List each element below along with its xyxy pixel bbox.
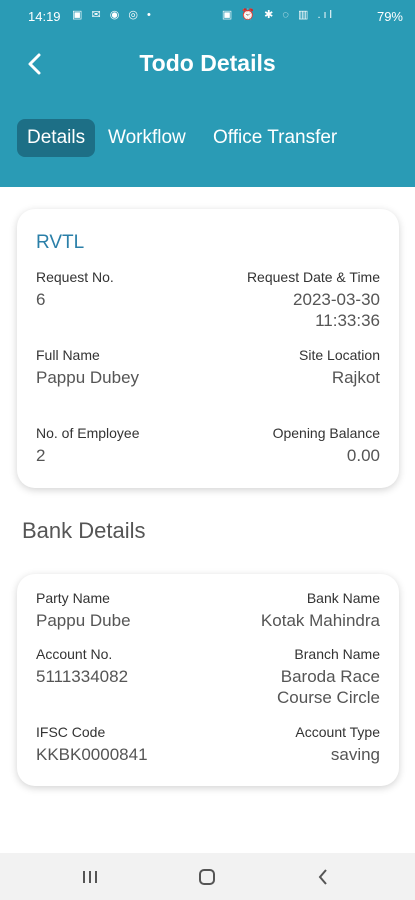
page-title: Todo Details bbox=[139, 50, 276, 76]
opening-balance-field: Opening Balance 0.00 bbox=[273, 425, 380, 466]
full-name-value: Pappu Dubey bbox=[36, 368, 140, 387]
battery-level: 79% bbox=[376, 9, 403, 24]
tab-office-transfer[interactable]: Office Transfer bbox=[203, 119, 347, 157]
ifsc-label: IFSC Code bbox=[36, 724, 106, 740]
status-time: 14:19 bbox=[28, 9, 61, 24]
request-no-label: Request No. bbox=[36, 269, 114, 285]
employee-count-label: No. of Employee bbox=[36, 425, 140, 441]
recents-icon bbox=[83, 871, 97, 883]
system-nav-bar bbox=[0, 853, 415, 900]
home-icon bbox=[199, 869, 215, 885]
branch-name-label: Branch Name bbox=[294, 646, 380, 662]
site-location-label: Site Location bbox=[299, 347, 380, 363]
site-location-value: Rajkot bbox=[331, 368, 380, 387]
ifsc-field: IFSC Code KKBK0000841 bbox=[36, 724, 148, 765]
back-icon bbox=[318, 869, 327, 885]
account-no-label: Account No. bbox=[36, 646, 113, 662]
account-type-label: Account Type bbox=[295, 724, 380, 740]
site-location-field: Site Location Rajkot bbox=[299, 347, 380, 388]
account-type-field: Account Type saving bbox=[295, 724, 380, 765]
branch-name-line2: Course Circle bbox=[277, 688, 380, 707]
bank-name-label: Bank Name bbox=[306, 590, 380, 606]
account-type-value: saving bbox=[330, 745, 380, 764]
account-no-value: 5111334082 bbox=[36, 667, 129, 686]
full-name-label: Full Name bbox=[36, 347, 100, 363]
request-details-card: RVTL Request No. 6 Request Date & Time 2… bbox=[17, 209, 399, 488]
notification-icons: ▣ ✉ ◉ ◎ • bbox=[72, 9, 154, 21]
full-name-field: Full Name Pappu Dubey bbox=[36, 347, 139, 388]
status-bar: 14:19 ▣ ✉ ◉ ◎ • ▣ ⏰ ✱ ◌ ▥ .ıl 79% bbox=[0, 0, 415, 32]
bank-details-heading: Bank Details bbox=[22, 518, 146, 543]
opening-balance-value: 0.00 bbox=[346, 446, 380, 465]
tab-workflow[interactable]: Workflow bbox=[98, 119, 196, 157]
party-name-value: Pappu Dube bbox=[36, 611, 131, 630]
branch-name-field: Branch Name Baroda Race Course Circle bbox=[277, 646, 380, 708]
request-date-label: Request Date & Time bbox=[246, 269, 380, 285]
request-time-value: 11:33:36 bbox=[315, 311, 380, 330]
app-header: 14:19 ▣ ✉ ◉ ◎ • ▣ ⏰ ✱ ◌ ▥ .ıl 79% Todo D… bbox=[0, 0, 415, 187]
opening-balance-label: Opening Balance bbox=[272, 425, 380, 441]
party-name-field: Party Name Pappu Dube bbox=[36, 590, 131, 631]
recents-button[interactable] bbox=[75, 863, 105, 891]
party-name-label: Party Name bbox=[36, 590, 110, 606]
tab-details[interactable]: Details bbox=[17, 119, 96, 157]
account-no-field: Account No. 5111334082 bbox=[36, 646, 128, 687]
request-no-field: Request No. 6 bbox=[36, 269, 114, 310]
system-status-icons: ▣ ⏰ ✱ ◌ ▥ .ıl bbox=[221, 9, 335, 21]
home-button[interactable] bbox=[192, 863, 222, 891]
request-date-field: Request Date & Time 2023-03-30 11:33:36 bbox=[247, 269, 380, 331]
employee-count-field: No. of Employee 2 bbox=[36, 425, 140, 466]
bank-details-card: Party Name Pappu Dube Bank Name Kotak Ma… bbox=[17, 574, 399, 786]
branch-name-line1: Baroda Race bbox=[280, 667, 380, 686]
ifsc-value: KKBK0000841 bbox=[36, 745, 148, 764]
request-date-value: 2023-03-30 bbox=[293, 290, 380, 309]
company-code: RVTL bbox=[36, 232, 85, 253]
system-back-button[interactable] bbox=[308, 863, 338, 891]
employee-count-value: 2 bbox=[36, 446, 46, 465]
request-no-value: 6 bbox=[36, 290, 46, 309]
bank-name-value: Kotak Mahindra bbox=[260, 611, 380, 630]
bank-name-field: Bank Name Kotak Mahindra bbox=[261, 590, 380, 631]
